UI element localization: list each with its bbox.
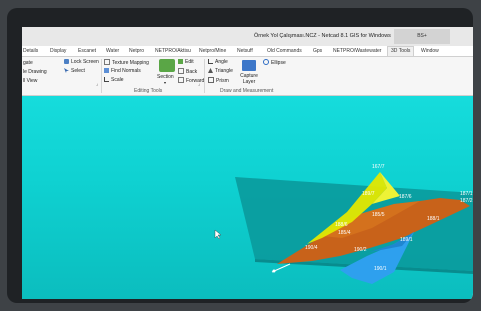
tab-old-commands[interactable]: Old Commands [267,47,302,56]
prism-label: Prism [216,78,229,84]
ribbon-separator [101,59,102,93]
tab-netsuff[interactable]: Netsuff [237,47,253,56]
point-label: 188/1 [427,216,440,222]
point-label: 190/1 [374,266,387,272]
texture-mapping-button[interactable]: Texture Mapping [104,59,149,66]
tab-netpro-mine[interactable]: Netpro/Mine [199,47,226,56]
ribbon-separator [204,59,205,93]
texture-mapping-label: Texture Mapping [112,60,149,66]
tab-display[interactable]: Display [50,47,66,56]
point-label: 187/6 [399,194,412,200]
forward-button[interactable]: Forward [178,77,204,84]
tab-escanet[interactable]: Escanet [78,47,96,56]
prism-button[interactable]: Prism [208,77,229,84]
tab-netpro[interactable]: Netpro [129,47,144,56]
back-label: Back [186,69,198,75]
group-launcher-icon[interactable]: ⌟ [96,81,98,87]
point-label: 167/7 [372,164,385,170]
prism-icon [208,77,214,83]
cursor-icon [64,68,69,73]
back-icon [178,68,184,74]
forward-label: Forward [186,78,205,84]
triangle-button[interactable]: Triangle [208,68,233,74]
title-bar: Örnek Yol Çalışması.NCZ - Netcad 8.1 GIS… [22,27,473,46]
edit-icon [178,59,183,64]
tab-netpro-aktisu[interactable]: NETPRO/Aktisu [155,47,191,56]
window-title: Örnek Yol Çalışması.NCZ - Netcad 8.1 GIS… [254,33,391,39]
scale-icon [104,77,109,82]
scale-button[interactable]: Scale [104,77,124,83]
section-dropdown-icon[interactable]: ▾ [164,80,166,85]
navigate-item[interactable]: gate [23,60,33,66]
point-label: 189/7 [362,191,375,197]
capture-layer-icon [242,60,256,71]
point-label: 190/2 [354,247,367,253]
point-label: 190/4 [305,245,318,251]
angle-label: Angle [215,59,228,65]
3d-viewport[interactable]: 167/7 189/7 187/6 187/1 187/2 185/5 188/… [22,96,473,299]
ellipse-button[interactable]: Ellipse [263,59,286,66]
profile-point [272,269,276,273]
editing-tools-group-label: Editing Tools [134,88,163,94]
ellipse-label: Ellipse [271,60,286,66]
tab-water[interactable]: Water [106,47,119,56]
group-launcher-icon[interactable]: ⌟ [198,81,200,87]
forward-icon [178,77,184,83]
select-label: Select [71,68,85,74]
angle-icon [208,59,213,64]
point-label: 185/5 [372,212,385,218]
capture-layer-button[interactable]: Capture Layer [237,73,261,85]
point-label: 188/6 [335,222,348,228]
section-icon [159,59,175,72]
ribbon-tabs: Details Display Escanet Water Netpro NET… [22,46,473,57]
tab-3d-tools[interactable]: 3D Tools [387,46,415,56]
ribbon-toolbar: gate le Drawing ll View Lock Screen Sele… [22,57,473,96]
tab-netpro-wastewater[interactable]: NETPRO/Wastewater [333,47,381,56]
point-label: 187/2 [460,198,473,204]
edit-label: Edit [185,59,194,65]
tab-gps[interactable]: Gps [313,47,322,56]
texture-icon [104,59,110,65]
draw-measurement-group-label: Draw and Measurement [220,88,274,94]
ellipse-icon [263,59,269,65]
lock-icon [64,59,69,64]
user-badge[interactable]: BS+ [394,29,450,44]
lock-screen-button[interactable]: Lock Screen [64,59,99,65]
normals-icon [104,68,109,73]
point-label: 185/4 [338,230,351,236]
tab-window[interactable]: Window [421,47,439,56]
point-label: 187/1 [460,191,473,197]
app-window: Örnek Yol Çalışması.NCZ - Netcad 8.1 GIS… [22,27,473,299]
mouse-cursor-icon [214,229,222,240]
edit-button[interactable]: Edit [178,59,194,65]
back-button[interactable]: Back [178,68,197,75]
select-button[interactable]: Select [64,68,85,74]
drawing-item[interactable]: le Drawing [23,69,47,75]
view-item[interactable]: ll View [23,78,37,84]
3d-scene: 167/7 189/7 187/6 187/1 187/2 185/5 188/… [214,164,473,284]
tab-details[interactable]: Details [23,47,38,56]
monitor-frame: Örnek Yol Çalışması.NCZ - Netcad 8.1 GIS… [7,8,473,303]
triangle-label: Triangle [215,68,233,74]
triangle-icon [208,68,213,73]
point-label: 189/1 [400,237,413,243]
find-normals-button[interactable]: Find Normals [104,68,141,74]
angle-button[interactable]: Angle [208,59,228,65]
find-normals-label: Find Normals [111,68,141,74]
lock-screen-label: Lock Screen [71,59,99,65]
scale-label: Scale [111,77,124,83]
